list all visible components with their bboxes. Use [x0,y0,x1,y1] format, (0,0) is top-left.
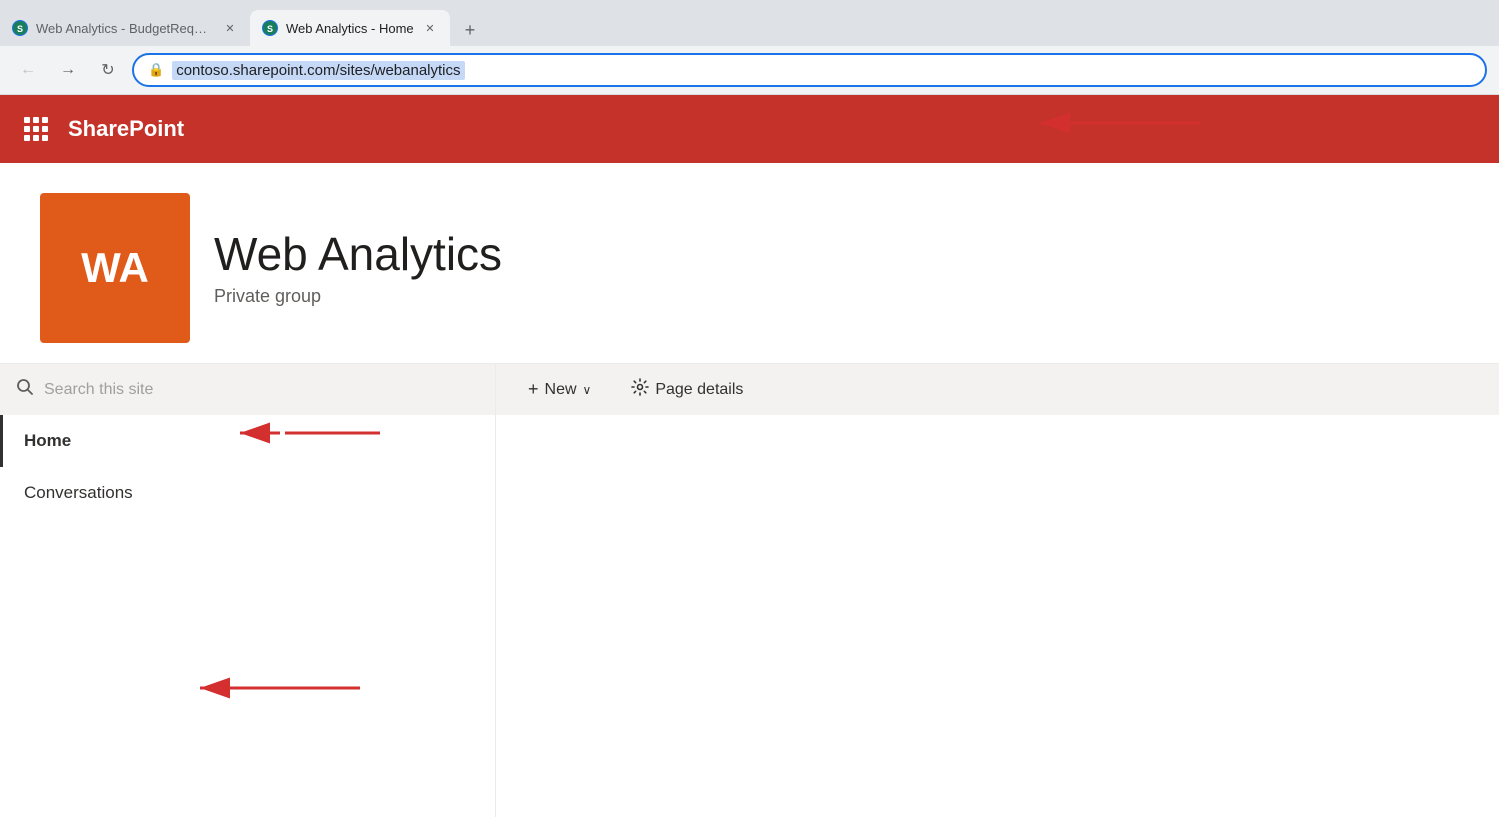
refresh-button[interactable]: ↻ [92,54,124,86]
nav-item-conversations-label: Conversations [24,483,133,503]
tab-favicon-1: S [12,20,28,36]
waffle-dot [42,126,48,132]
waffle-dot [24,126,30,132]
waffle-dot [42,135,48,141]
url-text: contoso.sharepoint.com/sites/webanalytic… [172,61,464,80]
new-button[interactable]: + New ∨ [520,373,599,406]
page-details-button[interactable]: Page details [623,372,751,407]
tab-home[interactable]: S Web Analytics - Home ✕ [250,10,450,46]
address-bar-row: ← → ↻ 🔒 contoso.sharepoint.com/sites/web… [0,46,1499,94]
search-placeholder: Search this site [44,381,153,399]
search-icon [16,378,34,401]
nav-item-conversations[interactable]: Conversations [0,467,495,519]
tab-bar: S Web Analytics - BudgetRequests ✕ S Web… [0,0,1499,46]
svg-text:S: S [17,24,23,34]
back-button[interactable]: ← [12,54,44,86]
search-area[interactable]: Search this site [0,364,496,415]
sharepoint-header: SharePoint [0,95,1499,163]
waffle-dot [33,117,39,123]
content-area: Home Conversations [0,415,1499,817]
tab-title-1: Web Analytics - BudgetRequests [36,21,214,36]
tab-budget-requests[interactable]: S Web Analytics - BudgetRequests ✕ [0,10,250,46]
toolbar: Search this site + New ∨ Page details [0,363,1499,415]
waffle-dot [42,117,48,123]
site-info: Web Analytics Private group [214,229,502,307]
lock-icon: 🔒 [148,62,164,78]
tab-close-1[interactable]: ✕ [222,20,238,36]
address-bar[interactable]: 🔒 contoso.sharepoint.com/sites/webanalyt… [132,53,1487,87]
page-details-label: Page details [655,381,743,399]
site-name: Web Analytics [214,229,502,280]
new-button-label: New [545,381,577,399]
plus-icon: + [528,379,539,400]
site-logo: WA [40,193,190,343]
waffle-dot [24,135,30,141]
waffle-dot [33,135,39,141]
svg-text:S: S [267,24,273,34]
site-header: WA Web Analytics Private group [0,163,1499,363]
waffle-dot [33,126,39,132]
nav-item-home-label: Home [24,431,71,451]
main-content [496,415,1499,817]
site-type: Private group [214,286,502,307]
tab-favicon-2: S [262,20,278,36]
toolbar-row: Search this site + New ∨ Page details [0,363,1499,415]
toolbar-actions: + New ∨ Page details [496,372,1499,407]
new-tab-button[interactable]: + [454,14,486,46]
waffle-dot [24,117,30,123]
left-nav: Home Conversations [0,415,496,817]
forward-button[interactable]: → [52,54,84,86]
nav-item-home[interactable]: Home [0,415,495,467]
tab-title-2: Web Analytics - Home [286,21,414,36]
sharepoint-logo-text: SharePoint [68,116,184,142]
waffle-menu[interactable] [24,117,48,141]
gear-icon [631,378,649,401]
chevron-down-icon: ∨ [583,383,592,397]
tab-close-2[interactable]: ✕ [422,20,438,36]
